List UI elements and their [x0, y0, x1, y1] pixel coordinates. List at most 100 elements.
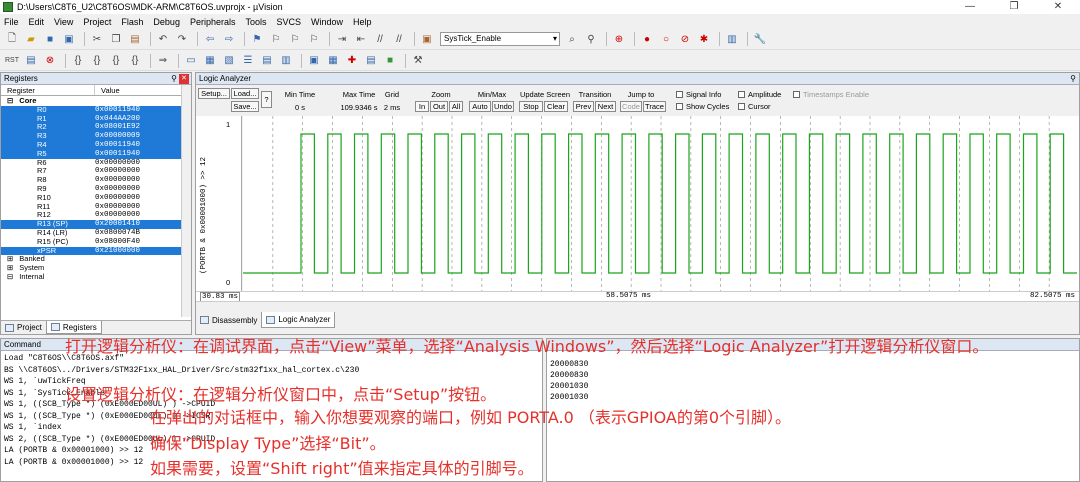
tree-group-internal[interactable]: ⊟ Internal — [1, 272, 183, 282]
unindent-icon[interactable]: ⇤ — [353, 32, 369, 46]
new-file-icon[interactable]: 🗋 — [4, 32, 20, 46]
register-value[interactable]: 0x00000000 — [95, 159, 183, 168]
redo-icon[interactable]: ↷ — [174, 32, 190, 46]
register-row[interactable]: R14 (LR) 0x0800074B — [1, 228, 183, 238]
next-button[interactable]: Next — [595, 101, 616, 112]
show-next-statement-icon[interactable]: ⇒ — [155, 54, 171, 68]
load-button[interactable]: Load... — [231, 88, 259, 99]
tab-disassembly[interactable]: Disassembly — [196, 312, 261, 328]
zoom-in-button[interactable]: In — [415, 101, 429, 112]
register-row[interactable]: R9 0x00000000 — [1, 184, 183, 194]
signal-name[interactable]: (PORTB & 0x00001000) >> 12 — [200, 157, 208, 274]
zoom-all-button[interactable]: All — [449, 101, 463, 112]
zoom-out-button[interactable]: Out — [430, 101, 448, 112]
open-file-icon[interactable]: ▰ — [23, 32, 39, 46]
run-to-cursor-icon[interactable]: {} — [127, 54, 143, 68]
column-value[interactable]: Value — [95, 85, 183, 95]
tab-project[interactable]: Project — [1, 321, 46, 334]
undo-icon[interactable]: ↶ — [155, 32, 171, 46]
register-row[interactable]: R0 0x00011940 — [1, 105, 183, 115]
register-value[interactable]: 0x00000000 — [95, 194, 183, 203]
collapse-icon[interactable]: ⊟ — [7, 97, 13, 105]
find-icon[interactable]: ⌕ — [564, 32, 580, 46]
code-button[interactable]: Code — [620, 101, 642, 112]
save-button[interactable]: Save... — [231, 101, 259, 112]
clear-bookmarks-icon[interactable]: ⚐ — [306, 32, 322, 46]
expand-icon[interactable]: ⊞ — [7, 263, 13, 272]
system-viewer-icon[interactable]: ■ — [382, 54, 398, 68]
register-row[interactable]: R13 (SP) 0x20001410 — [1, 219, 183, 229]
kill-breakpoints-icon[interactable]: ✱ — [696, 32, 712, 46]
register-row[interactable]: R2 0x08001E92 — [1, 123, 183, 133]
bookmark-icon[interactable]: ⚑ — [249, 32, 265, 46]
menu-flash[interactable]: Flash — [121, 17, 143, 27]
help-button[interactable]: ? — [261, 91, 272, 108]
waveform-display[interactable] — [243, 116, 1079, 291]
disable-breakpoint-icon[interactable]: ○ — [658, 32, 674, 46]
watch-window-icon[interactable]: ▥ — [278, 54, 294, 68]
register-value[interactable]: 0x00011940 — [95, 140, 183, 150]
minimize-button[interactable]: — — [948, 0, 992, 14]
symbols-window-icon[interactable]: ▧ — [221, 54, 237, 68]
registers-scrollbar[interactable] — [181, 85, 191, 317]
menu-debug[interactable]: Debug — [153, 17, 180, 27]
window-layout-icon[interactable]: ▥ — [724, 32, 740, 46]
register-value[interactable]: 0x21000000 — [95, 246, 183, 256]
undo-button[interactable]: Undo — [492, 101, 514, 112]
menu-file[interactable]: File — [4, 17, 19, 27]
incremental-find-icon[interactable]: ⚲ — [583, 32, 599, 46]
menu-tools[interactable]: Tools — [245, 17, 266, 27]
cursor-checkbox[interactable]: Cursor — [738, 102, 771, 111]
setup-button[interactable]: Setup... — [198, 88, 230, 99]
tree-group-core[interactable]: ⊟ Core — [1, 97, 183, 106]
navigate-forward-icon[interactable]: ⇨ — [221, 32, 237, 46]
waveform-scrollbar[interactable] — [196, 301, 1079, 311]
uncomment-icon[interactable]: // — [391, 32, 407, 46]
register-row[interactable]: R7 0x00000000 — [1, 167, 183, 176]
step-over-icon[interactable]: {} — [89, 54, 105, 68]
register-value[interactable]: 0x00000000 — [95, 167, 183, 176]
breakpoint-icon[interactable]: ● — [639, 32, 655, 46]
disable-all-breakpoints-icon[interactable]: ⊘ — [677, 32, 693, 46]
command-window-icon[interactable]: ▭ — [183, 54, 199, 68]
debug-session-icon[interactable]: ⊕ — [611, 32, 627, 46]
register-row[interactable]: R11 0x00000000 — [1, 202, 183, 212]
step-out-icon[interactable]: {} — [108, 54, 124, 68]
menu-edit[interactable]: Edit — [29, 17, 45, 27]
amplitude-checkbox[interactable]: Amplitude — [738, 90, 781, 99]
clear-button[interactable]: Clear — [544, 101, 568, 112]
stop-icon[interactable]: ⊗ — [42, 54, 58, 68]
close-window-button[interactable]: ✕ — [1036, 0, 1080, 14]
comment-icon[interactable]: // — [372, 32, 388, 46]
auto-button[interactable]: Auto — [469, 101, 491, 112]
menu-help[interactable]: Help — [353, 17, 372, 27]
register-row[interactable]: R12 0x00000000 — [1, 211, 183, 220]
memory-window-icon[interactable]: ▣ — [306, 54, 322, 68]
run-icon[interactable]: ▤ — [23, 54, 39, 68]
serial-window-icon[interactable]: ▦ — [325, 54, 341, 68]
toolbox-icon[interactable]: ⚒ — [410, 54, 426, 68]
register-row[interactable]: R1 0x044AA200 — [1, 114, 183, 124]
register-row[interactable]: R6 0x00000000 — [1, 158, 183, 168]
register-value[interactable]: 0x00011940 — [95, 149, 183, 159]
find-combo[interactable]: SysTick_Enable — [440, 32, 560, 46]
expand-icon[interactable]: ⊟ — [7, 272, 13, 281]
register-value[interactable]: 0x00000000 — [95, 185, 183, 194]
menu-project[interactable]: Project — [83, 17, 111, 27]
timestamps-enable-checkbox[interactable]: Timestamps Enable — [793, 90, 869, 99]
stop-button[interactable]: Stop — [519, 101, 543, 112]
step-into-icon[interactable]: {} — [70, 54, 86, 68]
trace-button[interactable]: Trace — [643, 101, 666, 112]
paste-icon[interactable]: ▤ — [127, 32, 143, 46]
show-cycles-checkbox[interactable]: Show Cycles — [676, 102, 729, 111]
pin-icon[interactable]: ⚲ — [1070, 73, 1076, 85]
menu-peripherals[interactable]: Peripherals — [190, 17, 236, 27]
analysis-window-icon[interactable]: ✚ — [344, 54, 360, 68]
next-bookmark-icon[interactable]: ⚐ — [287, 32, 303, 46]
copy-icon[interactable]: ❐ — [108, 32, 124, 46]
find-in-files-icon[interactable]: ▣ — [419, 32, 435, 46]
register-row[interactable]: R15 (PC) 0x08000F40 — [1, 237, 183, 247]
navigate-back-icon[interactable]: ⇦ — [202, 32, 218, 46]
register-row[interactable]: R8 0x00000000 — [1, 175, 183, 185]
prev-button[interactable]: Prev — [573, 101, 594, 112]
